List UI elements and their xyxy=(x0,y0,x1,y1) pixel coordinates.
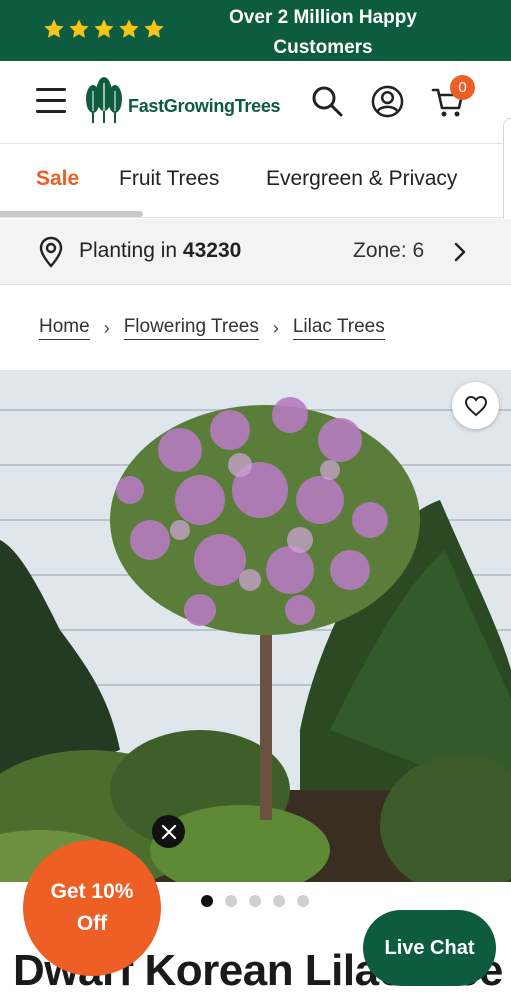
category-sale[interactable]: Sale xyxy=(36,167,79,191)
discount-offer-button[interactable]: Get 10% Off xyxy=(23,840,161,976)
category-evergreen-privacy[interactable]: Evergreen & Privacy xyxy=(266,167,457,191)
promo-text: Over 2 Million Happy Customers xyxy=(229,7,417,58)
heart-icon xyxy=(464,395,487,416)
location-pin-icon xyxy=(39,236,63,268)
star-icon xyxy=(144,19,164,38)
carousel-dot[interactable] xyxy=(225,895,237,907)
planting-location: Planting in 43230 xyxy=(79,239,241,263)
star-icon xyxy=(119,19,139,38)
breadcrumb-flowering-trees[interactable]: Flowering Trees xyxy=(123,316,259,340)
close-discount-button[interactable] xyxy=(152,815,185,848)
site-header: FastGrowingTrees 0 xyxy=(0,61,511,144)
breadcrumb-lilac-trees[interactable]: Lilac Trees xyxy=(292,316,385,340)
promo-banner: Over 2 Million Happy Customers xyxy=(0,0,511,61)
breadcrumb-home[interactable]: Home xyxy=(39,316,90,340)
zone-label: Zone: 6 xyxy=(353,239,425,262)
carousel-dot[interactable] xyxy=(249,895,261,907)
star-icon xyxy=(94,19,114,38)
live-chat-button[interactable]: Live Chat xyxy=(363,910,496,986)
discount-line-2: Off xyxy=(76,912,108,935)
zone-selector[interactable]: Planting in 43230 Zone: 6 xyxy=(0,219,511,285)
carousel-dot[interactable] xyxy=(273,895,285,907)
star-icon xyxy=(44,19,64,38)
breadcrumb: Home › Flowering Trees › Lilac Trees xyxy=(39,316,385,340)
rating-stars xyxy=(43,18,165,40)
tree-logo-icon xyxy=(86,77,122,123)
site-logo[interactable]: FastGrowingTrees xyxy=(84,77,281,125)
product-photo xyxy=(0,370,511,882)
account-icon[interactable] xyxy=(371,85,404,118)
hamburger-icon[interactable] xyxy=(36,88,66,114)
zip-code: 43230 xyxy=(182,239,242,262)
category-scroll-indicator xyxy=(0,211,143,217)
chevron-right-icon: › xyxy=(272,317,279,338)
carousel-dot[interactable] xyxy=(201,895,213,907)
carousel-dot[interactable] xyxy=(297,895,309,907)
chevron-right-icon: › xyxy=(103,317,110,338)
category-fruit-trees[interactable]: Fruit Trees xyxy=(119,167,219,191)
logo-text: FastGrowingTrees xyxy=(128,95,281,116)
star-icon xyxy=(69,19,89,38)
product-image[interactable] xyxy=(0,370,511,882)
planting-prefix: Planting in xyxy=(79,239,178,262)
cart-count-badge: 0 xyxy=(450,75,475,100)
close-icon xyxy=(161,824,176,839)
carousel-dots xyxy=(201,895,309,907)
wishlist-heart-button[interactable] xyxy=(452,382,499,429)
discount-line-1: Get 10% xyxy=(50,880,134,903)
chevron-right-icon xyxy=(454,242,466,262)
category-nav: Sale Fruit Trees Evergreen & Privacy xyxy=(0,145,511,218)
search-icon[interactable] xyxy=(311,85,343,117)
